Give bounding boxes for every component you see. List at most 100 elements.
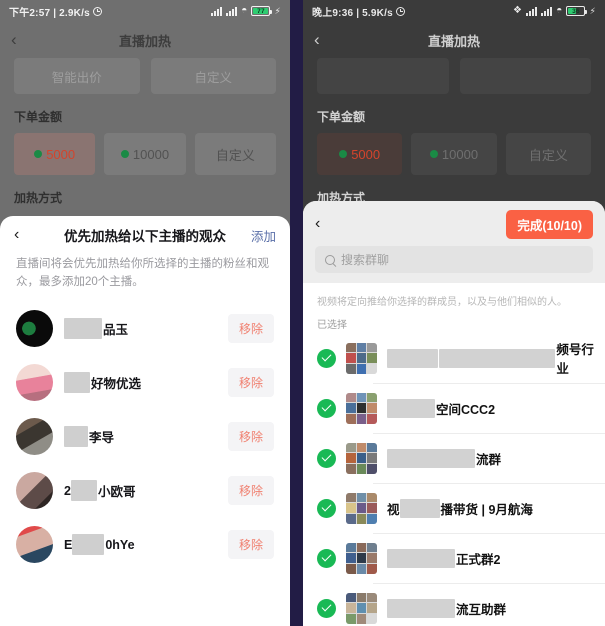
signal-bars-icon-1: [211, 6, 223, 16]
checkmark-icon[interactable]: [317, 598, 336, 618]
sheet-description: 直播间将会优先加热给你所选择的主播的粉丝和观众，最多添加20个主播。: [16, 258, 269, 288]
battery-level-label: 36: [572, 7, 580, 15]
list-item[interactable]: 视 播带货 | 9月航海: [317, 483, 605, 533]
list-item[interactable]: 流群: [317, 433, 605, 483]
chevron-left-icon[interactable]: ‹: [11, 30, 17, 50]
redaction-block: [72, 534, 105, 556]
wifi-icon: ◓: [241, 5, 248, 16]
left-app-navbar: ‹ 直播加热: [0, 22, 290, 58]
right-app-title: 直播加热: [427, 33, 480, 49]
redaction-block: [64, 372, 90, 394]
checkmark-icon[interactable]: [317, 448, 336, 468]
left-app-title: 直播加热: [118, 33, 171, 49]
alarm-clock-icon: [92, 6, 102, 16]
avatar: [16, 526, 53, 564]
chip-custom-bid[interactable]: [459, 58, 591, 94]
right-app-navbar: ‹ 直播加热: [303, 22, 605, 58]
host-name-text: 李导: [89, 431, 115, 446]
amount-label: 5000: [351, 146, 381, 162]
chevron-left-icon[interactable]: ‹: [315, 215, 320, 233]
group-name-text: 流群: [476, 452, 502, 467]
chip-custom-bid[interactable]: 自定义: [150, 58, 276, 94]
amount-label: 5000: [46, 146, 76, 162]
group-avatar: [346, 392, 377, 424]
group-name: 频号行业: [387, 339, 605, 377]
group-name-text: 流互助群: [456, 602, 507, 617]
remove-button[interactable]: 移除: [227, 530, 274, 560]
remove-button[interactable]: 移除: [227, 476, 274, 506]
redaction-block: [64, 426, 88, 448]
host-name-prefix: 2: [64, 483, 71, 498]
host-name: 2 小欧哥: [64, 480, 217, 502]
dual-screenshot-container: 下午2:57 | 2.9K/s ◓ 77 ⚡ ‹ 直播加热 智能出价 自定义 下…: [0, 0, 605, 626]
signal-bars-icon-1: [526, 6, 538, 16]
group-picker-sheet: ‹ 完成(10/10) 搜索群聊 视频将定向推给你选择的群成员，以及与他们相似的…: [303, 201, 605, 626]
search-placeholder: 搜索群聊: [341, 253, 390, 267]
host-list: 品玉 移除 好物优选 移除 李导 移除 2 小欧哥 移除 E 0hYe 移除: [0, 302, 290, 572]
group-avatar: [346, 342, 377, 374]
group-avatar: [346, 492, 377, 524]
amount-label: 10000: [132, 146, 170, 162]
amount-option-custom[interactable]: 自定义: [194, 133, 276, 175]
battery-icon: 36: [566, 6, 588, 16]
remove-button[interactable]: 移除: [227, 368, 274, 398]
remove-button[interactable]: 移除: [227, 422, 274, 452]
host-name-text: 小欧哥: [97, 485, 136, 500]
done-button[interactable]: 完成(10/10): [506, 209, 593, 239]
list-item[interactable]: 好物优选 移除: [16, 356, 274, 410]
list-item[interactable]: 频号行业: [317, 333, 605, 383]
list-item[interactable]: 正式群2: [317, 533, 605, 583]
group-avatar: [346, 592, 377, 624]
amount-option-row: 5000 10000 自定义: [14, 133, 276, 175]
status-time-network: 晚上9:36 | 5.9K/s: [312, 7, 393, 19]
list-item[interactable]: 流互助群: [317, 583, 605, 626]
redaction-block: [387, 348, 438, 368]
list-item[interactable]: 空间CCC2: [317, 383, 605, 433]
host-name-text: 0hYe: [105, 537, 135, 552]
checkmark-icon[interactable]: [317, 498, 336, 518]
status-left-group: 下午2:57 | 2.9K/s: [9, 4, 102, 19]
amount-option-10000[interactable]: 10000: [411, 133, 497, 175]
status-right-group: ◓ 77 ⚡: [211, 6, 281, 16]
alarm-clock-icon: [395, 6, 405, 16]
host-name-text: 好物优选: [91, 377, 142, 392]
chip-smart-bid[interactable]: 智能出价: [14, 58, 140, 94]
list-item[interactable]: E 0hYe 移除: [16, 518, 274, 572]
chip-smart-bid[interactable]: [317, 58, 449, 94]
checkmark-icon[interactable]: [317, 398, 336, 418]
amount-option-custom[interactable]: 自定义: [505, 133, 591, 175]
group-name-text: 正式群2: [456, 552, 501, 567]
amount-label: 10000: [441, 146, 479, 162]
group-avatar: [346, 442, 377, 474]
chevron-left-icon[interactable]: ‹: [314, 30, 320, 50]
battery-level-label: 77: [257, 7, 265, 15]
group-name: 正式群2: [387, 548, 605, 568]
group-name: 空间CCC2: [387, 398, 605, 418]
amount-option-5000[interactable]: 5000: [317, 133, 403, 175]
checkmark-icon[interactable]: [317, 548, 336, 568]
avatar: [16, 310, 53, 348]
right-status-bar: 晚上9:36 | 5.9K/s ❖ ◓ 36 ⚡: [303, 0, 605, 22]
panel-divider: [290, 0, 303, 626]
host-name: 好物优选: [64, 372, 217, 394]
group-name-text: 播带货 | 9月航海: [440, 502, 533, 517]
list-item[interactable]: 李导 移除: [16, 410, 274, 464]
battery-icon: 77: [251, 6, 273, 16]
redaction-block: [438, 348, 556, 368]
host-name: E 0hYe: [64, 534, 217, 556]
list-item[interactable]: 品玉 移除: [16, 302, 274, 356]
amount-option-10000[interactable]: 10000: [104, 133, 186, 175]
redaction-block: [399, 498, 440, 518]
add-host-button[interactable]: 添加: [251, 226, 276, 245]
remove-button[interactable]: 移除: [227, 314, 274, 344]
bid-chip-row: [317, 58, 591, 94]
list-item[interactable]: 2 小欧哥 移除: [16, 464, 274, 518]
amount-option-5000[interactable]: 5000: [14, 133, 96, 175]
bid-chip-row: 智能出价 自定义: [14, 58, 276, 94]
group-name-text: 空间CCC2: [436, 402, 496, 417]
search-input[interactable]: 搜索群聊: [315, 246, 593, 273]
checkmark-icon[interactable]: [317, 348, 336, 368]
signal-bars-icon-2: [226, 6, 238, 16]
host-name: 品玉: [64, 318, 217, 340]
status-time-network: 下午2:57 | 2.9K/s: [9, 7, 90, 19]
